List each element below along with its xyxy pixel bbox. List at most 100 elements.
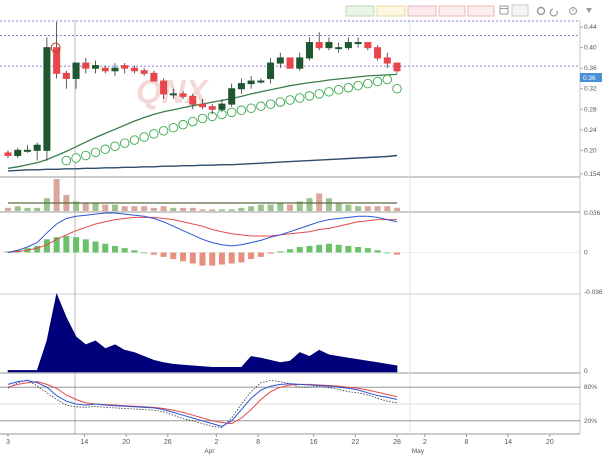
candle-body [101, 67, 109, 72]
candle-body [354, 42, 362, 45]
macd-histogram-bar [218, 252, 225, 265]
parabolic-sar-dot [246, 103, 256, 113]
volume-bar [150, 207, 157, 211]
volume-bar [335, 203, 342, 211]
candle-body [296, 57, 304, 69]
macd-histogram-bar [170, 252, 177, 260]
candle-body [92, 65, 100, 69]
price-axis-label: 0.24 [584, 127, 597, 134]
price-axis-label: 0.32 [584, 86, 597, 93]
macd-histogram-bar [73, 237, 80, 253]
candle-body [364, 42, 372, 49]
toolbar-button-3[interactable] [407, 5, 437, 17]
parabolic-sar-dot [100, 144, 110, 155]
candle-body [315, 42, 323, 49]
parabolic-sar-dot [265, 99, 276, 109]
candle-body [72, 62, 80, 79]
x-axis-label: 8 [256, 439, 260, 446]
x-axis-label: 14 [504, 439, 512, 446]
volume-bar [316, 193, 323, 211]
parabolic-sar-dot [256, 101, 266, 111]
candle-body [198, 103, 207, 108]
macd-axis-label: 0 [584, 250, 588, 257]
macd-histogram-bar [345, 245, 352, 253]
candle-body [43, 47, 51, 151]
macd-axis-label: -0.036 [584, 289, 602, 296]
volume-bar [121, 206, 128, 211]
toolbar-button-5[interactable] [467, 5, 495, 17]
x-axis-month-label: May [412, 448, 425, 455]
macd-histogram-bar [355, 247, 362, 253]
volume-bar [111, 204, 118, 211]
x-axis-label: 2 [214, 439, 218, 446]
macd-histogram-bar [316, 244, 323, 253]
macd-histogram-bar [238, 252, 245, 263]
macd-histogram-bar [335, 244, 342, 253]
macd-histogram-bar [306, 245, 313, 253]
parabolic-sar-dot [353, 80, 363, 91]
macd-histogram-bar [296, 247, 303, 253]
chart-window: QNX 0.44 0.40 0.36 0.32 0.28 0.24 0.20 0.154 0.… [0, 0, 602, 455]
volume-bar [131, 206, 138, 211]
parabolic-sar-dot [61, 155, 72, 166]
toolbar-button-6[interactable] [511, 4, 529, 17]
macd-histogram-bar [277, 251, 284, 253]
parabolic-sar-dot [197, 113, 208, 124]
volume-bar [267, 204, 274, 211]
macd-histogram-bar [287, 249, 294, 253]
candle-body [228, 88, 236, 105]
macd-histogram-bar [82, 239, 89, 253]
candle-body [179, 93, 187, 97]
macd-histogram-bar [121, 248, 128, 253]
parabolic-sar-dot [158, 126, 169, 136]
volume-bar [170, 207, 177, 211]
parabolic-sar-dot [119, 138, 130, 148]
candle-body [276, 57, 284, 64]
parabolic-sar-dot [392, 83, 402, 94]
candle-body [150, 72, 158, 82]
volume-bar [141, 206, 148, 211]
macd-histogram-bar [102, 243, 109, 253]
parabolic-sar-dot [71, 153, 81, 163]
toolbar-button-2[interactable] [376, 5, 406, 17]
candle-body [247, 80, 255, 85]
volume-bar [189, 207, 196, 211]
macd-axis-label: 0.036 [584, 210, 601, 217]
volume-bar [364, 206, 371, 211]
x-axis-label: 14 [81, 439, 89, 446]
parabolic-sar-dot [81, 150, 91, 161]
volume-bar [43, 198, 50, 211]
candle-body [62, 72, 70, 79]
volume-bar [345, 204, 352, 211]
macd-histogram-bar [228, 252, 235, 264]
parabolic-sar-dot [324, 87, 334, 97]
macd-histogram-bar [131, 250, 138, 253]
macd-histogram-bar [384, 252, 391, 254]
macd-histogram-bar [111, 245, 118, 253]
volume-bar [384, 206, 391, 211]
parabolic-sar-dot [188, 116, 198, 127]
macd-histogram-bar [180, 252, 187, 262]
macd-histogram-bar [325, 243, 332, 253]
macd-histogram-bar [374, 250, 381, 253]
macd-histogram-bar [189, 252, 196, 264]
parabolic-sar-dot [382, 74, 393, 85]
x-axis-label: 20 [546, 439, 554, 446]
toolbar-button-1[interactable] [345, 5, 375, 17]
volume-bar [24, 207, 31, 211]
candle-body [325, 42, 333, 49]
volume-bar [325, 198, 332, 211]
toolbar-button-4[interactable] [438, 5, 466, 17]
parabolic-sar-dot [129, 135, 140, 145]
volume-bar [199, 209, 206, 211]
x-axis-label: 28 [393, 439, 401, 446]
stock-chart: QNX 0.440.400.360.320.280.240.200.154 0.… [0, 0, 602, 455]
candle-body [305, 42, 313, 59]
candle-body [286, 57, 294, 69]
volume-bar [180, 207, 187, 211]
price-axis-label: 0.44 [584, 24, 597, 31]
macd-histogram-bar [63, 236, 70, 253]
macd-histogram-bar [257, 252, 264, 257]
price-tag: 0.36 [580, 73, 602, 82]
price-axis-label: 0.40 [584, 45, 597, 52]
